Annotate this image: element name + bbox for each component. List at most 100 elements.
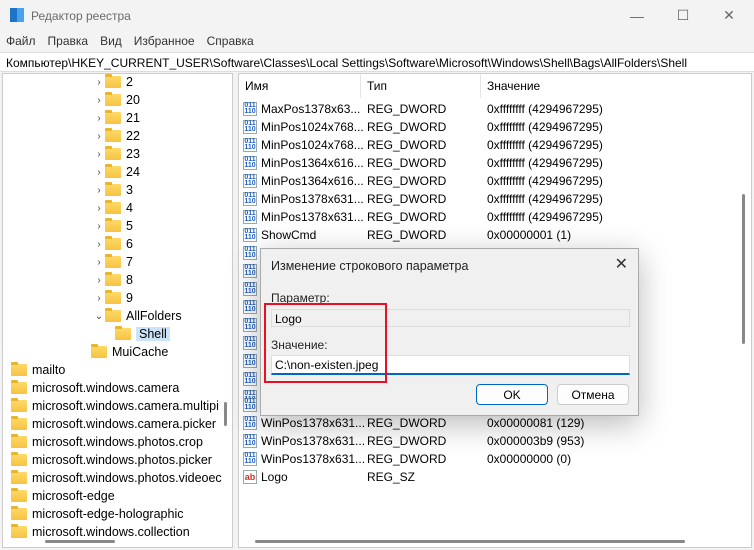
menu-view[interactable]: Вид: [94, 31, 128, 53]
value-value: 0xffffffff (4294967295): [487, 192, 603, 206]
value-row[interactable]: 011 110 MinPos1378x631... REG_DWORD 0xfffff…: [243, 208, 743, 226]
tree-node[interactable]: microsoft.windows.photos.videoec: [11, 469, 222, 487]
chevron-right-icon[interactable]: ›: [93, 293, 105, 304]
minimize-button[interactable]: —: [614, 0, 660, 31]
value-row[interactable]: ab Logo REG_SZ: [243, 468, 743, 486]
value-name: MinPos1364x616...: [261, 156, 364, 170]
value-row[interactable]: 011 110 MinPos1024x768... REG_DWORD 0xfffff…: [243, 118, 743, 136]
tree-node[interactable]: › 9: [93, 289, 133, 307]
tree-node[interactable]: microsoft.windows.camera.multipi: [11, 397, 219, 415]
folder-icon: [11, 488, 27, 502]
tree-node[interactable]: microsoft-edge-holographic: [11, 505, 183, 523]
tree-node[interactable]: › 24: [93, 163, 140, 181]
tree-node[interactable]: › 5: [93, 217, 133, 235]
chevron-right-icon[interactable]: ›: [93, 221, 105, 232]
tree-node[interactable]: › 20: [93, 91, 140, 109]
tree-node[interactable]: mailto: [11, 361, 65, 379]
tree-vertical-scrollbar[interactable]: [224, 402, 227, 426]
tree-node[interactable]: microsoft.windows.camera: [11, 379, 179, 397]
tree-node[interactable]: › 22: [93, 127, 140, 145]
tree-node[interactable]: › 6: [93, 235, 133, 253]
binary-value-icon: 011 110: [243, 120, 257, 134]
chevron-right-icon[interactable]: ›: [93, 95, 105, 106]
folder-icon: [11, 524, 27, 538]
value-row[interactable]: 011 110 MinPos1024x768... REG_DWORD 0xfffff…: [243, 136, 743, 154]
tree-node-label: 7: [126, 255, 133, 269]
tree-node-label: 22: [126, 129, 140, 143]
column-header-name[interactable]: Имя: [239, 74, 361, 98]
menu-bar: Файл Правка Вид Избранное Справка: [0, 31, 260, 53]
value-type: REG_DWORD: [367, 174, 447, 188]
dialog-close-button[interactable]: ✕: [615, 254, 628, 274]
close-button[interactable]: ✕: [706, 0, 752, 31]
chevron-right-icon[interactable]: ›: [93, 77, 105, 88]
menu-favorites[interactable]: Избранное: [128, 31, 201, 53]
tree-node[interactable]: ⌄ AllFolders: [93, 307, 182, 325]
folder-icon: [105, 110, 121, 124]
menu-file[interactable]: Файл: [0, 31, 42, 53]
binary-value-icon: 011 110: [243, 434, 257, 448]
folder-icon: [11, 380, 27, 394]
tree-node-label: 6: [126, 237, 133, 251]
tree-node[interactable]: › 21: [93, 109, 140, 127]
tree-node[interactable]: › 4: [93, 199, 133, 217]
folder-icon: [11, 416, 27, 430]
tree-node[interactable]: Shell: [115, 325, 170, 343]
folder-icon: [105, 254, 121, 268]
binary-value-icon: 011 110: [243, 318, 257, 332]
binary-value-icon: 011 110: [243, 156, 257, 170]
chevron-right-icon[interactable]: ›: [93, 257, 105, 268]
value-row[interactable]: 011 110 MinPos1364x616... REG_DWORD 0xfffff…: [243, 172, 743, 190]
maximize-button[interactable]: ☐: [660, 0, 706, 31]
column-header-value[interactable]: Значение: [481, 74, 731, 98]
ok-button[interactable]: OK: [476, 384, 548, 405]
chevron-down-icon[interactable]: ⌄: [93, 311, 105, 322]
tree-node-label: microsoft.windows.photos.picker: [32, 453, 212, 467]
list-horizontal-scrollbar[interactable]: [255, 540, 685, 543]
tree-node[interactable]: microsoft.windows.photos.crop: [11, 433, 203, 451]
value-row[interactable]: 011 110 MinPos1378x631... REG_DWORD 0xfffff…: [243, 190, 743, 208]
address-bar[interactable]: Компьютер\HKEY_CURRENT_USER\Software\Cla…: [0, 52, 754, 72]
string-value-icon: ab: [243, 470, 257, 484]
tree-node[interactable]: MuiCache: [91, 343, 168, 361]
value-row[interactable]: 011 110 WinPos1378x631...REG_DWORD 0x00000…: [243, 432, 743, 450]
tree-node[interactable]: › 3: [93, 181, 133, 199]
value-type: REG_DWORD: [367, 416, 447, 430]
column-header-type[interactable]: Тип: [361, 74, 481, 98]
chevron-right-icon[interactable]: ›: [93, 167, 105, 178]
chevron-right-icon[interactable]: ›: [93, 203, 105, 214]
menu-edit[interactable]: Правка: [42, 31, 95, 53]
registry-tree[interactable]: › 2 › 20 › 21 › 22 › 23 › 24 › 3 › 4 › 5 › 6 › 7 › 8 › 9 ⌄ AllFolde…: [2, 73, 233, 548]
menu-help[interactable]: Справка: [201, 31, 260, 53]
value-row[interactable]: 011 110 WinPos1378x631...REG_DWORD 0x00000…: [243, 414, 743, 432]
tree-node-label: microsoft-edge: [32, 489, 115, 503]
value-row[interactable]: 011 110 WinPos1378x631...REG_DWORD 0x00000…: [243, 450, 743, 468]
binary-value-icon: 011 110: [243, 102, 257, 116]
tree-node[interactable]: › 23: [93, 145, 140, 163]
value-row[interactable]: 011 110 MinPos1364x616... REG_DWORD 0xfffff…: [243, 154, 743, 172]
tree-node[interactable]: microsoft.windows.collection: [11, 523, 190, 541]
cancel-button[interactable]: Отмена: [557, 384, 629, 405]
tree-node[interactable]: › 7: [93, 253, 133, 271]
tree-node[interactable]: microsoft-edge: [11, 487, 115, 505]
folder-icon: [105, 164, 121, 178]
chevron-right-icon[interactable]: ›: [93, 131, 105, 142]
chevron-right-icon[interactable]: ›: [93, 239, 105, 250]
value-name: Logo: [261, 470, 288, 484]
chevron-right-icon[interactable]: ›: [93, 113, 105, 124]
tree-node-label: microsoft.windows.photos.crop: [32, 435, 203, 449]
tree-node[interactable]: › 8: [93, 271, 133, 289]
value-value: 0xffffffff (4294967295): [487, 138, 603, 152]
chevron-right-icon[interactable]: ›: [93, 185, 105, 196]
tree-node[interactable]: microsoft.windows.camera.picker: [11, 415, 216, 433]
chevron-right-icon[interactable]: ›: [93, 275, 105, 286]
tree-node[interactable]: microsoft.windows.photos.picker: [11, 451, 212, 469]
tree-node-label: 20: [126, 93, 140, 107]
tree-node-label: mailto: [32, 363, 66, 377]
value-name: MinPos1024x768...: [261, 138, 364, 152]
tree-node[interactable]: › 2: [93, 74, 133, 91]
value-row[interactable]: 011 110 MaxPos1378x63... REG_DWORD 0xffffff…: [243, 100, 743, 118]
chevron-right-icon[interactable]: ›: [93, 149, 105, 160]
value-row[interactable]: 011 110 ShowCmd REG_DWORD 0x00000001 (1): [243, 226, 743, 244]
binary-value-icon: 011 110: [243, 300, 257, 314]
